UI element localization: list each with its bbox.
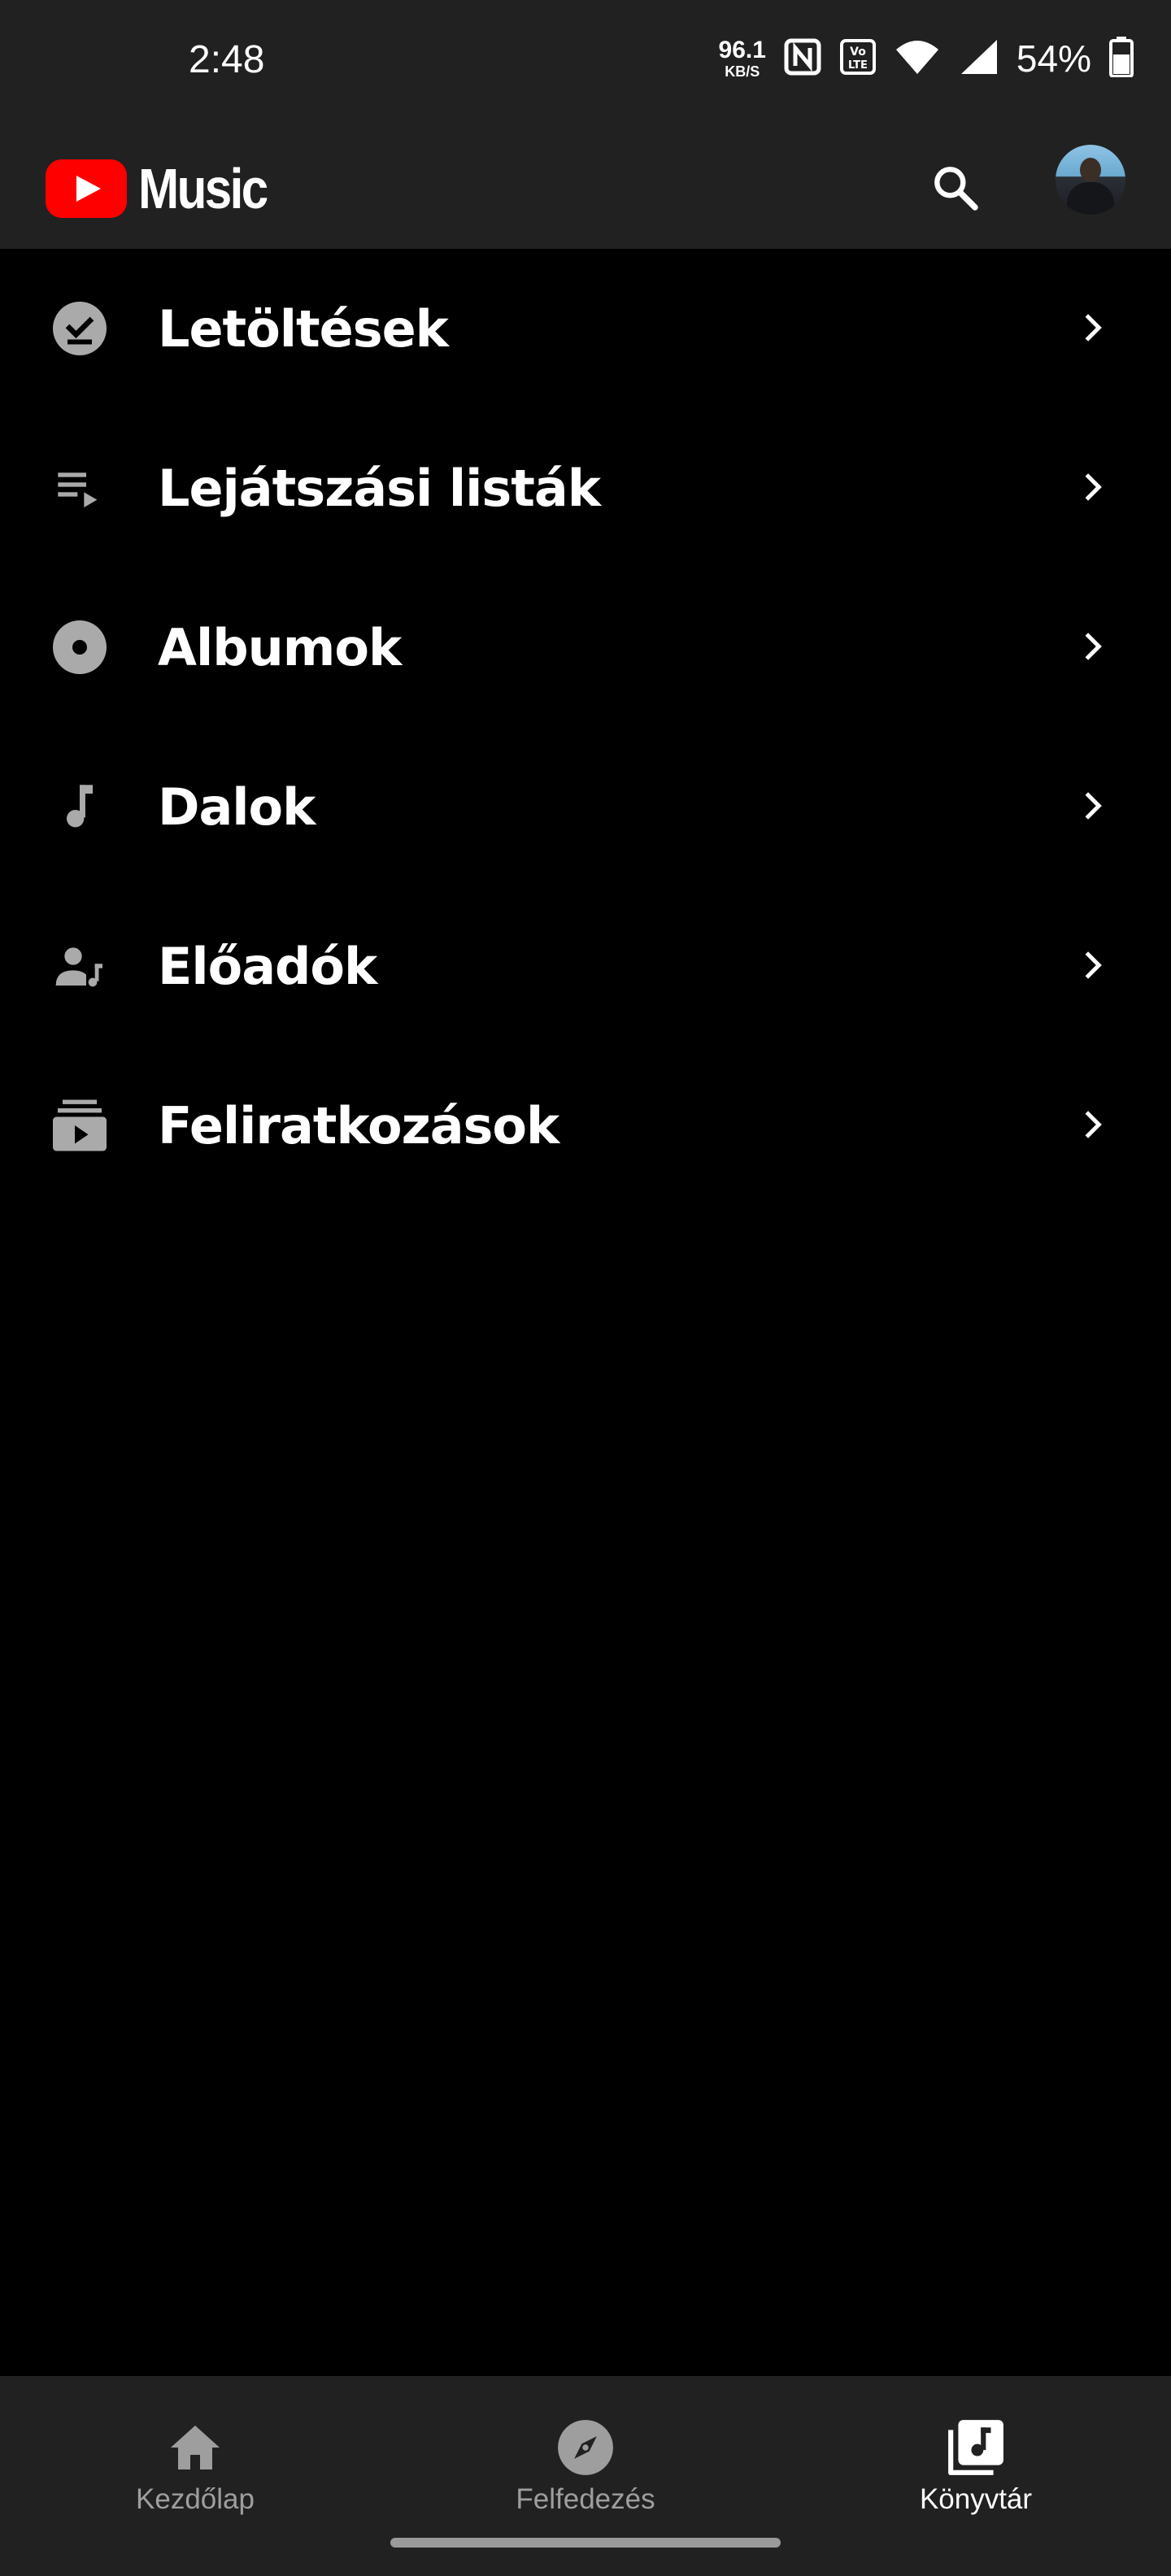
app-header: Music: [0, 130, 1171, 249]
nav-library[interactable]: Könyvtár: [781, 2376, 1171, 2539]
nav-label: Könyvtár: [919, 2483, 1033, 2515]
chevron-right-icon: [1072, 1104, 1112, 1145]
network-speed-unit: KB/S: [725, 63, 760, 80]
nav-label: Felfedezés: [516, 2483, 655, 2515]
battery-percent: 54%: [1016, 37, 1091, 80]
search-button[interactable]: [919, 153, 992, 226]
list-item-downloads[interactable]: Letöltések: [0, 249, 1171, 408]
chevron-right-icon: [1072, 626, 1112, 667]
account-avatar[interactable]: [1056, 145, 1125, 215]
list-item-label: Feliratkozások: [158, 1096, 559, 1155]
status-icons: 96.1 KB/S Vo LTE 54%: [719, 34, 1134, 83]
artist-icon: [47, 933, 112, 999]
list-item-albums[interactable]: Albumok: [0, 568, 1171, 727]
list-item-label: Albumok: [158, 618, 402, 677]
volte-icon: Vo LTE: [839, 38, 877, 80]
explore-icon: [553, 2415, 618, 2480]
youtube-music-logo[interactable]: Music: [46, 150, 287, 228]
chevron-right-icon: [1072, 467, 1112, 507]
list-item-subscriptions[interactable]: Feliratkozások: [0, 1046, 1171, 1205]
chevron-right-icon: [1072, 307, 1112, 348]
youtube-play-logo-icon: [46, 159, 127, 218]
status-time: 2:48: [189, 38, 265, 81]
signal-icon: [958, 38, 999, 80]
list-item-label: Letöltések: [158, 299, 449, 359]
nfc-icon: [784, 38, 821, 80]
album-icon: [47, 615, 112, 680]
search-icon: [929, 162, 982, 218]
library-list: Letöltések Lejátszási listák Albumok Dal…: [0, 249, 1171, 1205]
network-speed: 96.1 KB/S: [718, 37, 766, 80]
list-item-songs[interactable]: Dalok: [0, 727, 1171, 886]
network-speed-value: 96.1: [718, 37, 766, 63]
music-note-icon: [47, 774, 112, 839]
library-music-icon: [943, 2415, 1008, 2480]
svg-text:Vo: Vo: [850, 46, 866, 59]
playlist-icon: [47, 455, 112, 520]
status-bar: 2:48 96.1 KB/S Vo LTE 54%: [0, 0, 1171, 130]
nav-home[interactable]: Kezdőlap: [0, 2376, 390, 2539]
wifi-icon: [895, 38, 940, 80]
subscriptions-icon: [47, 1093, 112, 1158]
svg-text:LTE: LTE: [848, 59, 868, 72]
download-done-icon: [47, 296, 112, 361]
list-item-artists[interactable]: Előadók: [0, 886, 1171, 1046]
home-icon: [163, 2415, 228, 2480]
home-indicator[interactable]: [390, 2538, 781, 2548]
list-item-playlists[interactable]: Lejátszási listák: [0, 408, 1171, 568]
chevron-right-icon: [1072, 785, 1112, 826]
nav-label: Kezdőlap: [136, 2483, 255, 2515]
battery-icon: [1109, 36, 1134, 81]
chevron-right-icon: [1072, 945, 1112, 986]
app-name: Music: [138, 157, 268, 220]
nav-explore[interactable]: Felfedezés: [390, 2376, 781, 2539]
list-item-label: Előadók: [158, 937, 377, 996]
list-item-label: Dalok: [158, 777, 316, 837]
list-item-label: Lejátszási listák: [158, 459, 601, 518]
